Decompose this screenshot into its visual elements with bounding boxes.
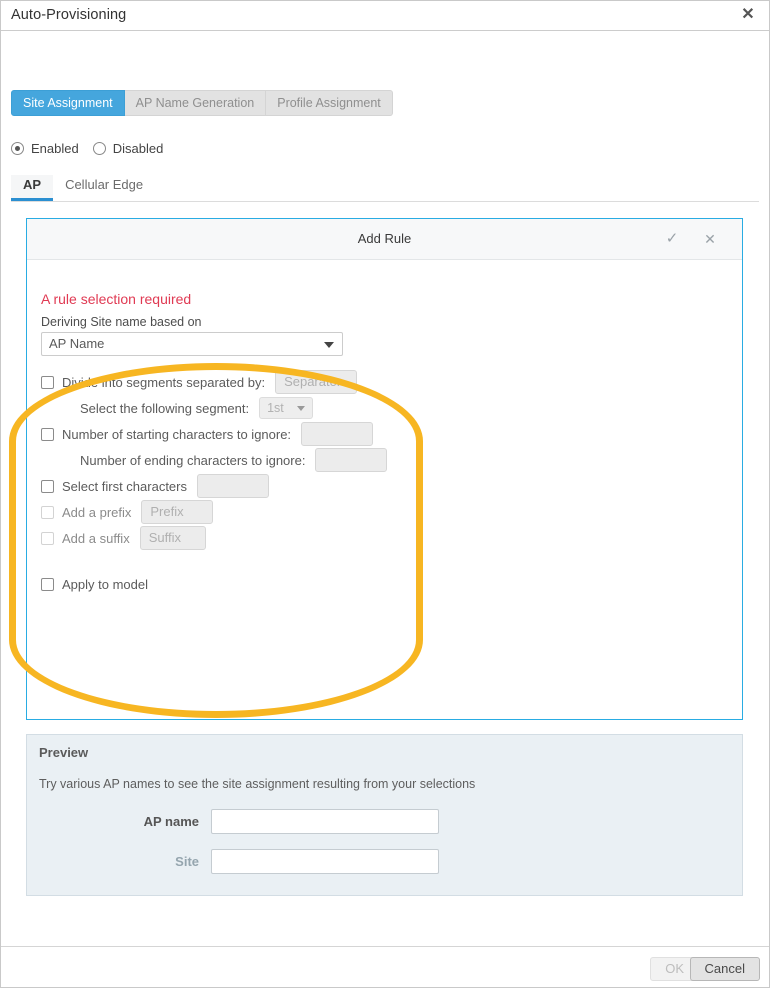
check-icon[interactable]: ✓ xyxy=(662,229,682,249)
tab-ap-name-generation[interactable]: AP Name Generation xyxy=(124,90,267,116)
section-tabs: Site Assignment AP Name Generation Profi… xyxy=(11,90,393,116)
preview-site-label: Site xyxy=(175,854,199,869)
input-select-first-characters[interactable] xyxy=(197,474,269,498)
rule-options-list: Divide into segments separated by: Separa… xyxy=(41,369,388,597)
cancel-button[interactable]: Cancel xyxy=(689,957,760,981)
device-type-tabs: AP Cellular Edge xyxy=(11,175,759,202)
preview-site-input[interactable] xyxy=(211,849,439,874)
add-rule-panel: Add Rule ✓ ✕ A rule selection required D… xyxy=(26,218,743,720)
chevron-down-icon xyxy=(324,342,334,348)
deriving-site-name-label: Deriving Site name based on xyxy=(41,315,202,329)
rule-row-add-a-prefix: Add a prefix Prefix xyxy=(41,499,387,525)
label-apply-to-model: Apply to model xyxy=(62,576,148,592)
label-starting-characters-to-ignore: Number of starting characters to ignore: xyxy=(62,426,292,442)
label-add-a-suffix: Add a suffix xyxy=(62,530,130,546)
select-select-following-segment[interactable]: 1st xyxy=(259,397,314,419)
input-add-a-suffix[interactable]: Suffix xyxy=(139,526,206,550)
deriving-site-name-value: AP Name xyxy=(49,336,105,351)
tab-profile-assignment[interactable]: Profile Assignment xyxy=(266,90,393,116)
label-divide-into-segments: Divide into segments separated by: xyxy=(62,374,266,390)
radio-enabled-label: Enabled xyxy=(31,141,79,156)
radio-enabled-indicator xyxy=(11,142,24,155)
dialog-footer: OK Cancel xyxy=(1,946,769,987)
rule-row-select-first-characters: Select first characters xyxy=(41,473,387,499)
rule-row-add-a-suffix: Add a suffix Suffix xyxy=(41,525,387,551)
label-select-following-segment: Select the following segment: xyxy=(80,400,250,416)
rule-row-ending-characters-to-ignore: Number of ending characters to ignore: xyxy=(59,447,388,473)
label-ending-characters-to-ignore: Number of ending characters to ignore: xyxy=(80,452,306,468)
add-rule-title: Add Rule xyxy=(357,231,412,246)
preview-ap-name-row: AP name xyxy=(39,809,443,834)
dialog-titlebar: Auto-Provisioning ✕ xyxy=(1,1,769,31)
checkbox-divide-into-segments[interactable] xyxy=(41,375,54,389)
close-icon[interactable]: ✕ xyxy=(700,229,720,249)
rule-row-apply-to-model: Apply to model xyxy=(41,571,387,597)
add-rule-header: Add Rule ✓ ✕ xyxy=(27,219,742,260)
preview-section: Preview Try various AP names to see the … xyxy=(26,734,743,896)
rule-row-divide-into-segments: Divide into segments separated by: Separa… xyxy=(41,369,387,395)
rule-row-starting-characters-to-ignore: Number of starting characters to ignore: xyxy=(41,421,387,447)
preview-site-row: Site xyxy=(39,849,443,874)
radio-disabled[interactable]: Disabled xyxy=(92,141,164,156)
preview-subtitle: Try various AP names to see the site ass… xyxy=(39,777,476,791)
checkbox-add-a-suffix[interactable] xyxy=(41,531,54,545)
label-add-a-prefix: Add a prefix xyxy=(62,504,132,520)
checkbox-starting-characters-to-ignore[interactable] xyxy=(41,427,54,441)
label-select-first-characters: Select first characters xyxy=(62,478,187,494)
enable-state-radio-group: Enabled Disabled xyxy=(11,141,163,156)
select-select-following-segment-value: 1st xyxy=(267,401,284,415)
input-ending-characters-to-ignore[interactable] xyxy=(315,448,388,472)
tab-ap[interactable]: AP xyxy=(11,175,54,201)
checkbox-add-a-prefix[interactable] xyxy=(41,505,54,519)
validation-error-message: A rule selection required xyxy=(41,291,192,307)
input-divide-into-segments[interactable]: Separator xyxy=(275,370,358,394)
preview-ap-name-label: AP name xyxy=(143,814,199,829)
rule-row-select-following-segment: Select the following segment: 1st xyxy=(59,395,387,421)
preview-title: Preview xyxy=(39,745,89,760)
radio-disabled-indicator xyxy=(92,142,106,155)
auto-provisioning-dialog: Auto-Provisioning ✕ Site Assignment AP N… xyxy=(0,0,770,988)
preview-ap-name-input[interactable] xyxy=(211,809,439,834)
chevron-down-icon xyxy=(297,406,306,411)
input-starting-characters-to-ignore[interactable] xyxy=(301,422,374,446)
tab-site-assignment[interactable]: Site Assignment xyxy=(11,90,125,116)
tab-cellular-edge[interactable]: Cellular Edge xyxy=(53,175,155,201)
dialog-title: Auto-Provisioning xyxy=(11,7,127,23)
radio-enabled[interactable]: Enabled xyxy=(11,141,79,156)
deriving-site-name-select[interactable]: AP Name xyxy=(41,332,343,356)
input-add-a-prefix[interactable]: Prefix xyxy=(141,500,214,524)
close-icon[interactable]: ✕ xyxy=(737,4,759,26)
radio-disabled-label: Disabled xyxy=(112,141,164,156)
checkbox-select-first-characters[interactable] xyxy=(41,479,54,493)
checkbox-apply-to-model[interactable] xyxy=(41,577,54,591)
